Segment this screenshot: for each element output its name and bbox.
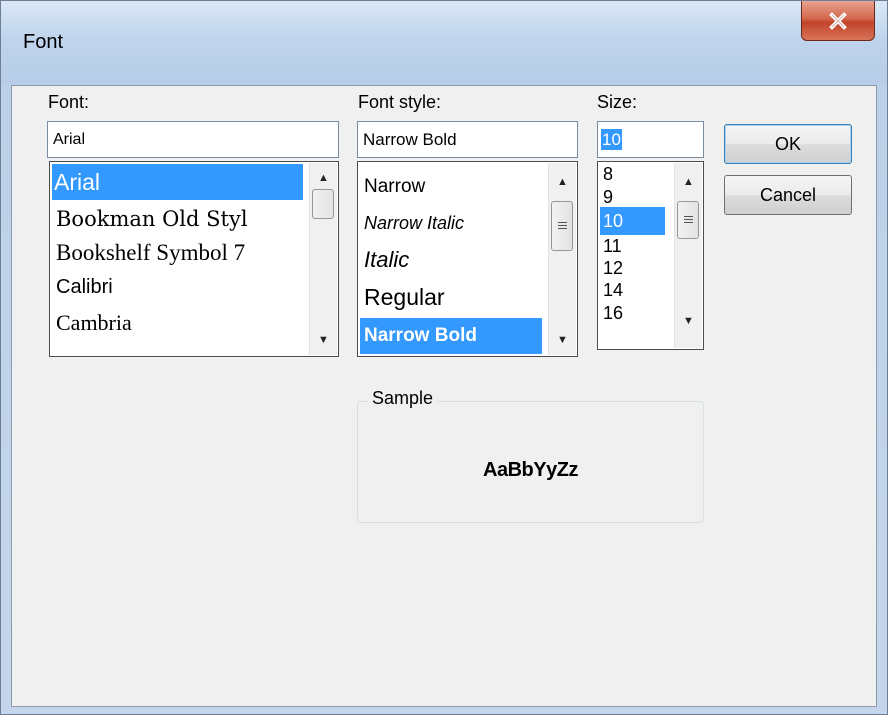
scroll-up-icon[interactable]: ▲ [549,171,576,193]
scroll-thumb[interactable] [551,201,573,251]
scroll-thumb[interactable] [677,201,699,239]
close-button[interactable] [801,1,875,41]
scroll-up-icon[interactable]: ▲ [675,171,702,193]
size-item[interactable]: 16 [600,302,623,324]
font-style-label: Font style: [358,92,442,112]
dialog-client-area: Font: Arial Arial Bookman Old Styl Books… [11,85,877,707]
font-item-arial[interactable]: Arial [52,164,303,200]
style-item-narrow-italic[interactable]: Narrow Italic [360,208,464,238]
style-list-scrollbar[interactable]: ▲ ▼ [548,163,576,355]
size-list[interactable]: 8 9 10 11 12 14 16 ▲ ▼ [597,161,704,350]
size-input-value: 10 [601,129,622,150]
size-item-selected[interactable]: 10 [600,207,665,235]
size-item[interactable]: 11 [600,236,622,256]
size-item[interactable]: 12 [600,258,623,278]
font-style-input[interactable]: Narrow Bold [357,121,578,158]
font-style-list[interactable]: Narrow Narrow Italic Italic Regular Narr… [357,161,578,357]
font-label: Font: [48,92,90,112]
window-title: Font [23,31,64,53]
size-list-scrollbar[interactable]: ▲ ▼ [674,163,702,348]
style-item-narrow-bold[interactable]: Narrow Bold [360,318,542,354]
cancel-button[interactable]: Cancel [724,175,852,215]
close-icon [829,11,847,30]
sample-group: Sample AaBbYyZz [357,388,704,523]
size-label: Size: [597,92,638,112]
font-item-cambria[interactable]: Cambria [52,306,132,340]
size-input[interactable]: 10 [597,121,704,158]
title-bar: Font [1,1,887,85]
sample-preview-text: AaBbYyZz [483,459,578,481]
style-item-narrow[interactable]: Narrow [360,172,425,202]
font-dialog: Font Font: Arial Arial Bookman Old Styl … [0,0,888,715]
font-item-bookshelf-symbol[interactable]: Bookshelf Symbol 7 [52,236,245,270]
scroll-thumb[interactable] [312,189,334,219]
scroll-down-icon[interactable]: ▼ [675,310,702,332]
font-item-calibri[interactable]: Calibri [52,270,113,304]
style-item-regular[interactable]: Regular [360,280,445,314]
size-item[interactable]: 8 [600,164,613,184]
font-list-scrollbar[interactable]: ▲ ▼ [309,163,337,355]
size-item[interactable]: 9 [600,187,613,207]
ok-button[interactable]: OK [724,124,852,164]
font-name-input[interactable]: Arial [47,121,339,158]
font-item-bookman[interactable]: Bookman Old Styl [52,202,248,236]
size-item[interactable]: 14 [600,280,623,300]
scroll-down-icon[interactable]: ▼ [549,329,576,351]
scroll-down-icon[interactable]: ▼ [310,329,337,351]
style-item-italic[interactable]: Italic [360,244,409,276]
font-name-list[interactable]: Arial Bookman Old Styl Bookshelf Symbol … [49,161,339,357]
scroll-up-icon[interactable]: ▲ [310,167,337,189]
sample-caption: Sample [368,388,438,409]
